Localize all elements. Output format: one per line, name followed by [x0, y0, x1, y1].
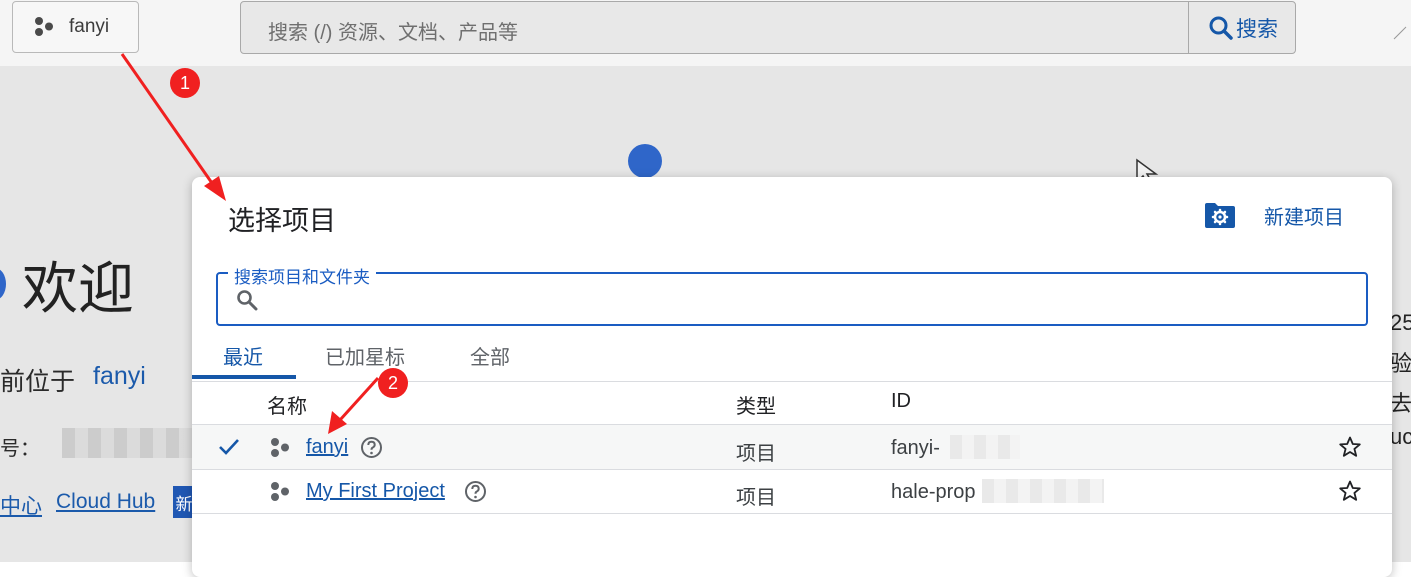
project-type: 项目 — [736, 443, 776, 465]
redacted-id — [950, 435, 1020, 459]
star-outline-icon[interactable] — [1338, 435, 1362, 459]
top-bar: fanyi 搜索 (/) 资源、文档、产品等 搜索 — [0, 0, 1411, 67]
arrow-up-right-icon — [1393, 26, 1407, 40]
search-icon — [1209, 16, 1233, 40]
help-icon[interactable] — [464, 480, 487, 503]
manage-folder-settings-icon[interactable] — [1204, 201, 1236, 229]
project-search-label: 搜索项目和文件夹 — [228, 263, 376, 288]
project-name-link[interactable]: My First Project — [306, 480, 445, 503]
right-text-fragment: 25 — [1390, 310, 1411, 335]
project-hub-icon — [271, 482, 289, 501]
redacted-project-number — [62, 428, 192, 458]
dialog-title: 选择项目 — [228, 206, 336, 236]
tab-all[interactable]: 全部 — [470, 341, 510, 370]
project-type: 项目 — [736, 487, 776, 509]
global-search-placeholder: 搜索 (/) 资源、文档、产品等 — [268, 22, 518, 44]
project-hub-icon — [35, 17, 53, 36]
tab-recent[interactable]: 最近 — [223, 341, 263, 370]
right-text-fragment: 去 — [1390, 391, 1411, 416]
project-number-label: 号： — [0, 438, 40, 460]
column-header-type: 类型 — [736, 396, 776, 418]
location-prefix: 前位于 — [0, 368, 76, 396]
redacted-id — [982, 479, 1104, 503]
right-text-fragment: uc — [1390, 424, 1411, 449]
project-id: hale-prop — [891, 481, 976, 503]
project-hub-icon — [271, 438, 289, 457]
project-tabs: 最近 已加星标 全部 — [192, 335, 1392, 382]
help-icon[interactable] — [360, 436, 383, 459]
project-search-input[interactable] — [216, 272, 1368, 326]
project-picker-label: fanyi — [69, 16, 110, 37]
table-row[interactable]: My First Project 项目 hale-prop — [192, 469, 1392, 514]
column-header-name: 名称 — [267, 396, 307, 418]
global-search-button[interactable]: 搜索 — [1188, 2, 1297, 53]
location-project-link[interactable]: fanyi — [93, 362, 146, 391]
welcome-heading: 欢迎 — [22, 257, 134, 320]
active-tab-indicator — [192, 375, 296, 379]
new-project-button[interactable]: 新建项目 — [1264, 201, 1344, 230]
tab-starred[interactable]: 已加星标 — [325, 341, 405, 370]
search-icon — [237, 290, 258, 311]
project-name-link[interactable]: fanyi — [306, 436, 348, 459]
global-search-input[interactable]: 搜索 (/) 资源、文档、产品等 搜索 — [240, 1, 1296, 54]
select-project-dialog: 选择项目 新建项目 搜索项目和文件夹 最近 已加星标 全部 名称 类型 ID f… — [192, 177, 1392, 577]
annotation-badge-2: 2 — [378, 368, 408, 398]
column-header-id: ID — [891, 390, 911, 412]
star-outline-icon[interactable] — [1338, 479, 1362, 503]
project-picker-button[interactable]: fanyi — [12, 1, 139, 53]
project-id: fanyi- — [891, 437, 940, 459]
cloud-hub-link[interactable]: Cloud Hub — [56, 490, 155, 514]
center-link[interactable]: 中心 — [0, 490, 42, 520]
right-text-fragment: 验 — [1390, 351, 1411, 376]
global-search-button-label: 搜索 — [1236, 17, 1278, 41]
decorative-blue-dot — [628, 144, 662, 178]
check-icon — [219, 439, 239, 455]
table-row[interactable]: fanyi 项目 fanyi- — [192, 424, 1392, 470]
annotation-badge-1: 1 — [170, 68, 200, 98]
